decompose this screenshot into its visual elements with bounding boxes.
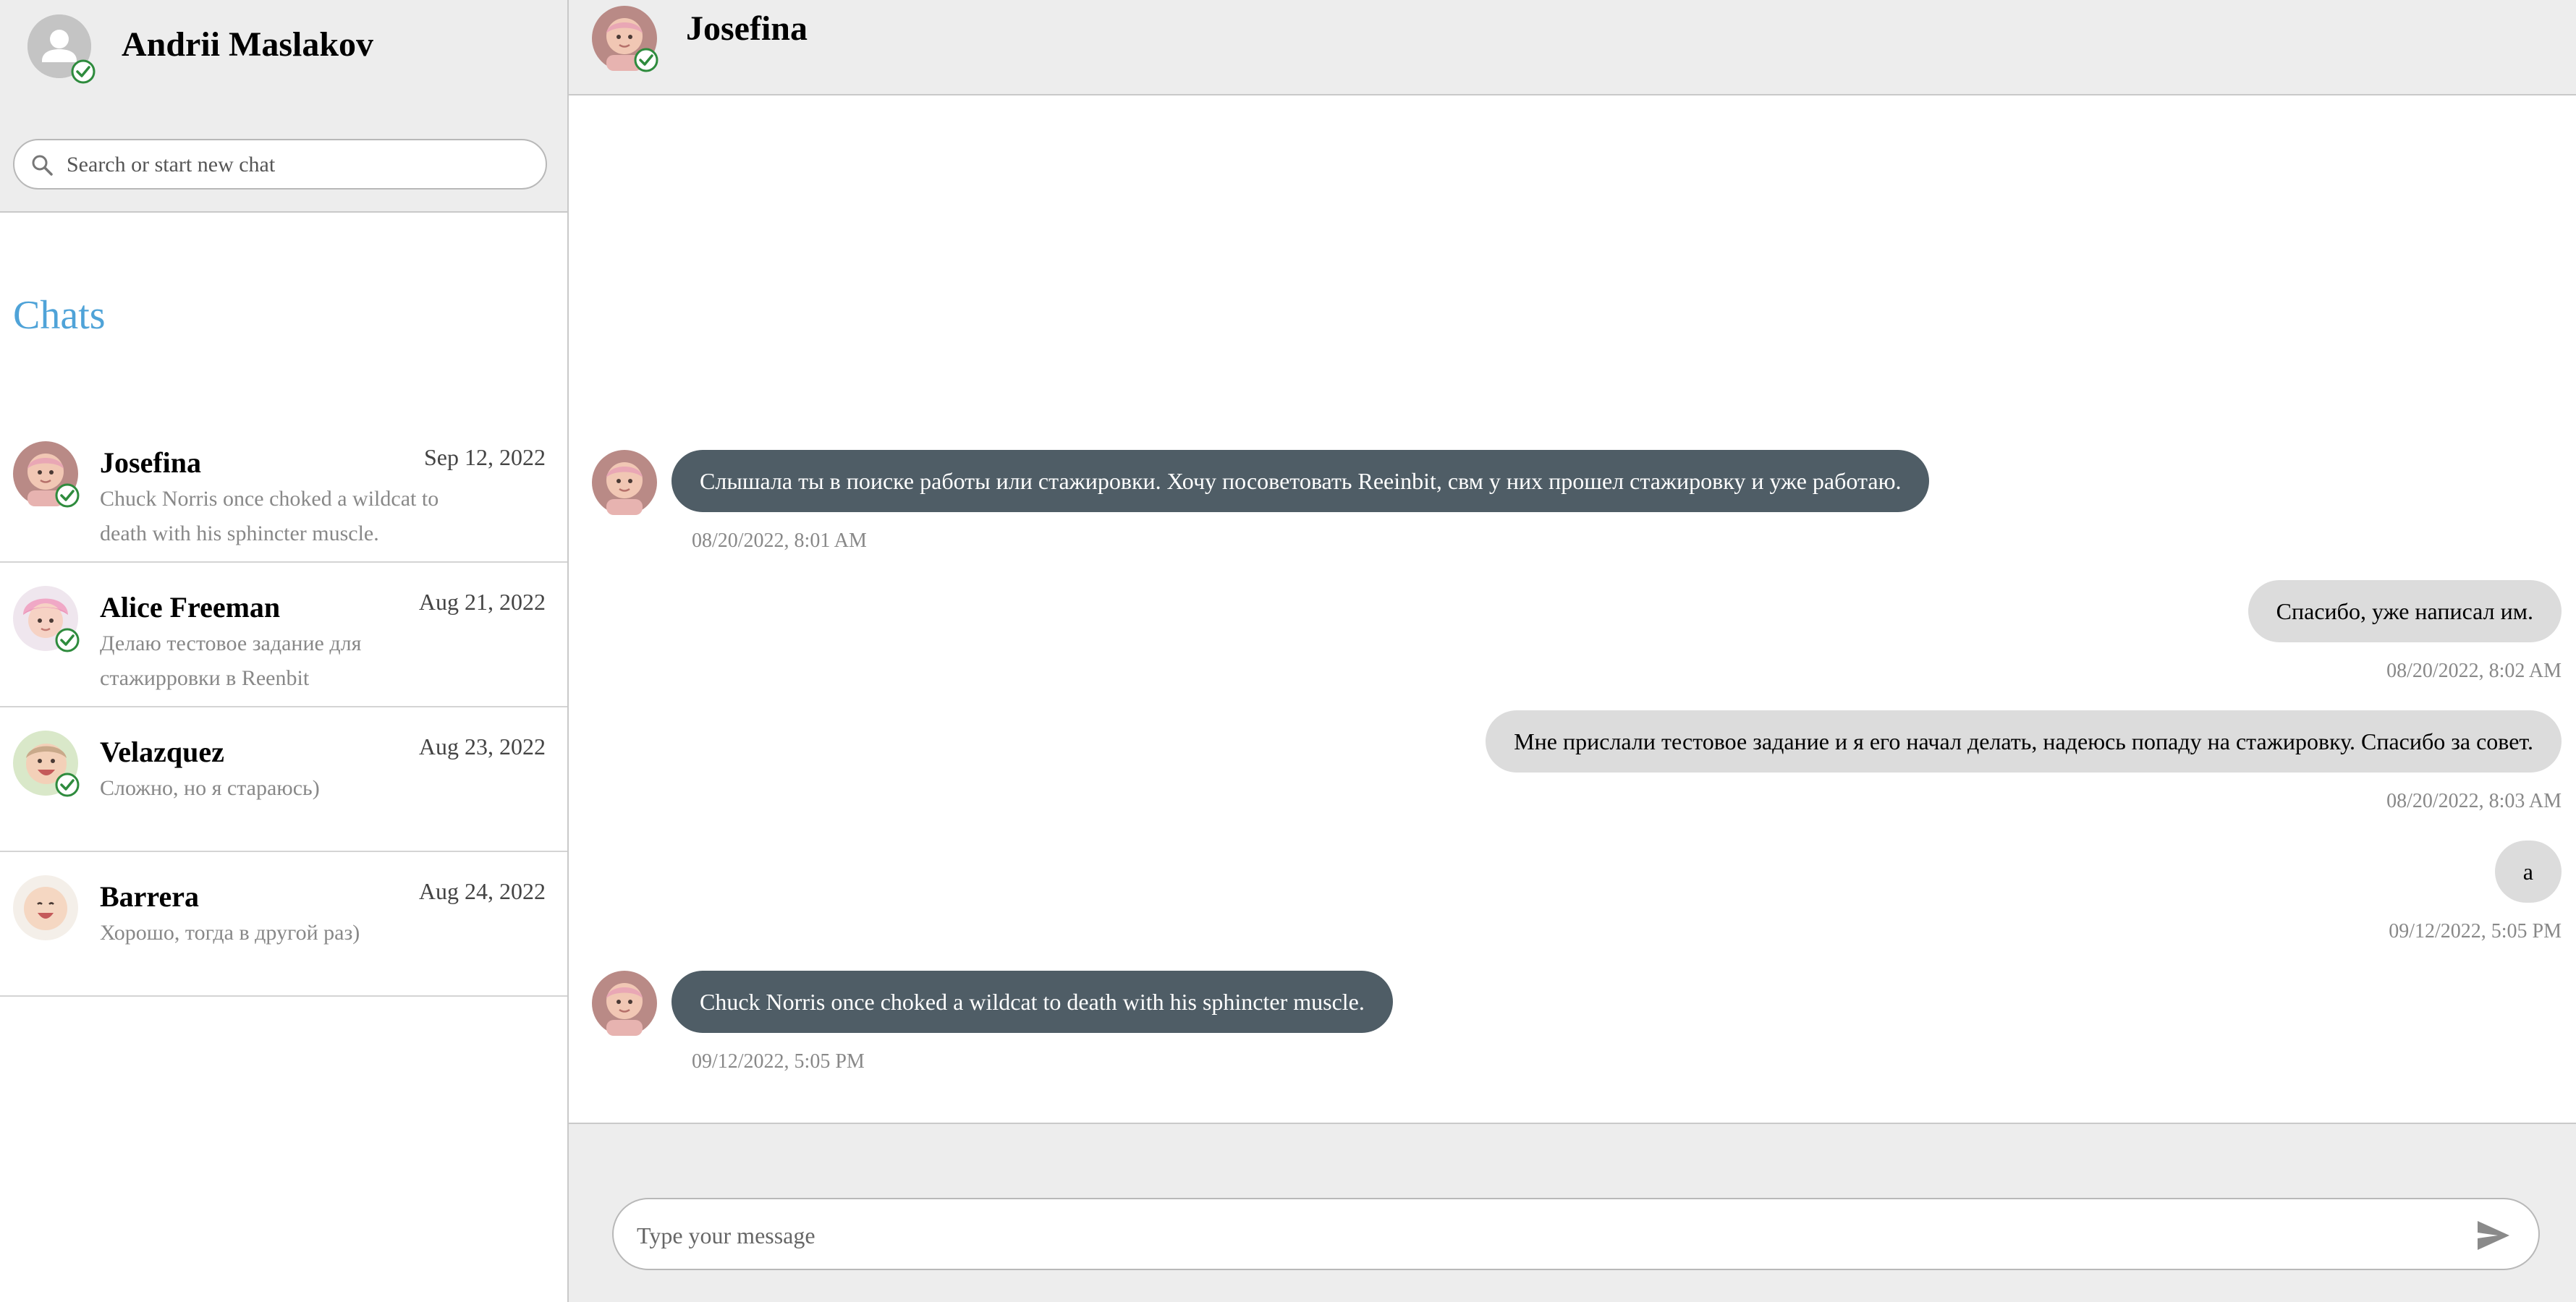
message-incoming: Chuck Norris once choked a wildcat to de… (569, 95, 2576, 1073)
baby-avatar-image (13, 875, 78, 940)
chat-item-josefina[interactable]: Josefina Sep 12, 2022 Chuck Norris once … (0, 418, 567, 563)
message-input-box[interactable] (612, 1198, 2540, 1270)
contact-name: Josefina (686, 9, 808, 48)
message-timestamp: 09/12/2022, 5:05 PM (692, 1050, 865, 1073)
sender-avatar (592, 971, 657, 1036)
sidebar: Andrii Maslakov Chats (0, 0, 569, 1302)
chat-preview: Сложно, но я стараюсь) (100, 776, 320, 800)
message-composer (569, 1123, 2576, 1302)
user-avatar[interactable] (27, 14, 96, 84)
user-name: Andrii Maslakov (122, 25, 374, 64)
message-timestamp: 08/20/2022, 8:03 AM (2386, 790, 2562, 812)
message-list: Слышала ты в поиске работы или стажировк… (569, 95, 2576, 1124)
avatar (13, 731, 80, 797)
chat-preview: Делаю тестовое задание для стажирровки в… (100, 631, 362, 690)
online-check-icon (55, 483, 80, 508)
message-bubble-outgoing: Мне прислали тестовое задание и я его на… (1486, 710, 2562, 773)
message-bubble: Слышала ты в поиске работы или стажировк… (671, 450, 1930, 512)
chat-panel: Josefina Слышала ты в поиске работы или … (569, 0, 2576, 1302)
message-input[interactable] (635, 1215, 2447, 1256)
chat-name: Alice Freeman (100, 591, 281, 624)
chat-item-barrera[interactable]: Barrera Aug 24, 2022 Хорошо, тогда в дру… (0, 852, 567, 997)
search-box[interactable] (13, 139, 547, 190)
sidebar-header: Andrii Maslakov (0, 0, 567, 213)
send-button[interactable] (2476, 1220, 2511, 1251)
chat-item-alice-freeman[interactable]: Alice Freeman Aug 21, 2022 Делаю тестово… (0, 563, 567, 707)
avatar (13, 875, 78, 940)
chats-heading: Chats (13, 293, 106, 338)
chat-preview: Chuck Norris once choked a wildcat to de… (100, 487, 439, 545)
search-input[interactable] (65, 146, 531, 184)
message-bubble-outgoing: Спасибо, уже написал им. (2247, 580, 2562, 642)
message-bubble: Chuck Norris once choked a wildcat to de… (671, 971, 1393, 1033)
send-icon (2478, 1221, 2509, 1250)
message-timestamp: 09/12/2022, 5:05 PM (2389, 920, 2562, 943)
chat-name: Velazquez (100, 736, 224, 768)
chat-header: Josefina (569, 0, 2576, 95)
avatar (13, 441, 80, 508)
message-bubble-outgoing: a (2494, 841, 2562, 903)
message-timestamp: 08/20/2022, 8:01 AM (692, 529, 867, 552)
online-check-icon (71, 59, 96, 84)
contact-avatar[interactable] (592, 6, 658, 72)
chat-date: Sep 12, 2022 (424, 444, 546, 470)
online-check-icon (55, 628, 80, 652)
online-check-icon (55, 773, 80, 797)
chat-date: Aug 23, 2022 (418, 733, 546, 760)
chat-name: Josefina (100, 446, 201, 479)
avatar (13, 586, 80, 652)
chat-name: Barrera (100, 880, 199, 913)
baby-avatar-image (592, 971, 657, 1036)
sender-avatar (592, 450, 657, 515)
chat-item-velazquez[interactable]: Velazquez Aug 23, 2022 Сложно, но я стар… (0, 707, 567, 852)
search-icon (32, 155, 53, 176)
chat-list: Josefina Sep 12, 2022 Chuck Norris once … (0, 418, 567, 997)
message-timestamp: 08/20/2022, 8:02 AM (2386, 660, 2562, 682)
baby-avatar-image (592, 450, 657, 515)
chat-date: Aug 24, 2022 (418, 878, 546, 904)
chat-preview: Хорошо, тогда в другой раз) (100, 921, 360, 945)
chat-date: Aug 21, 2022 (418, 589, 546, 615)
online-check-icon (634, 48, 658, 72)
